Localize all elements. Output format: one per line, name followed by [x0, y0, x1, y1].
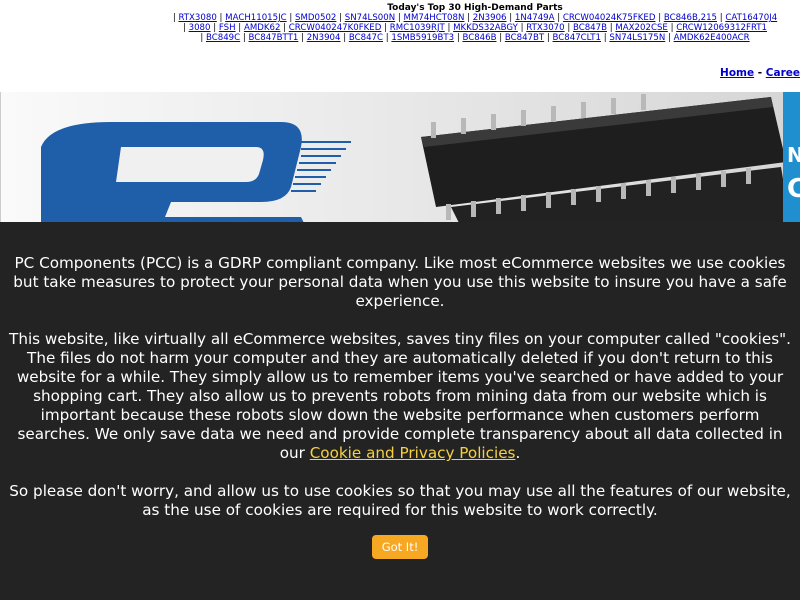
nav-separator: -: [757, 67, 763, 79]
got-it-button[interactable]: Got It!: [371, 535, 429, 559]
part-link[interactable]: MKKDS32ABGY: [453, 23, 518, 33]
part-link[interactable]: CRCW040247K0FKED: [289, 23, 382, 33]
part-link[interactable]: AMDK62: [244, 23, 280, 33]
nav-home-link[interactable]: Home: [720, 67, 754, 79]
cookie-consent-overlay: PC Components (PCC) is a GDRP compliant …: [0, 222, 800, 600]
parts-row-1: | RTX3080 | MACH11015JC | SMD0502 | SN74…: [172, 13, 778, 23]
top-parts-title: Today's Top 30 High-Demand Parts: [387, 3, 563, 13]
part-link[interactable]: BC847BT: [505, 33, 544, 43]
part-link[interactable]: 1N4749A: [515, 13, 555, 23]
cookie-paragraph-2-end: .: [515, 444, 521, 462]
cookie-paragraph-3: So please don't worry, and allow us to u…: [9, 482, 791, 519]
part-link[interactable]: CRCW04024K75FKED: [563, 13, 656, 23]
banner-side-text-1: N: [787, 143, 800, 167]
top-nav: Home - Caree: [720, 67, 800, 79]
part-link[interactable]: CAT16470J4: [725, 13, 777, 23]
part-link[interactable]: BC849C: [206, 33, 240, 43]
part-link[interactable]: AMDK62E400ACR: [674, 33, 750, 43]
part-link[interactable]: BC846B,215: [664, 13, 717, 23]
part-link[interactable]: CRCW12069312FRT1: [676, 23, 767, 33]
part-link[interactable]: BC846B: [462, 33, 496, 43]
banner-image: N C: [1, 92, 800, 227]
part-link[interactable]: SMD0502: [295, 13, 336, 23]
part-link[interactable]: FSH: [219, 23, 236, 33]
part-link[interactable]: SN74LS175N: [609, 33, 665, 43]
cookie-paragraph-2-text: This website, like virtually all eCommer…: [9, 330, 791, 462]
part-link[interactable]: MACH11015JC: [225, 13, 286, 23]
cookie-policy-link[interactable]: Cookie and Privacy Policies: [310, 444, 516, 462]
part-link[interactable]: BC847B: [573, 23, 607, 33]
parts-row-2: | 3080 | FSH | AMDK62 | CRCW040247K0FKED…: [182, 23, 768, 33]
part-link[interactable]: 3080: [189, 23, 211, 33]
part-link[interactable]: RTX3080: [178, 13, 216, 23]
hero-banner: N C: [0, 92, 800, 227]
cookie-paragraph-2: This website, like virtually all eCommer…: [6, 311, 794, 463]
cookie-notice-text: PC Components (PCC) is a GDRP compliant …: [0, 222, 800, 559]
part-link[interactable]: BC847BTT1: [249, 33, 299, 43]
part-link[interactable]: SN74LS00N: [345, 13, 395, 23]
part-link[interactable]: 1SMB5919BT3: [391, 33, 454, 43]
part-link[interactable]: BC847C: [349, 33, 383, 43]
part-link[interactable]: BC847CLT1: [553, 33, 601, 43]
part-link[interactable]: MAX202CSE: [615, 23, 667, 33]
parts-row-3: | BC849C | BC847BTT1 | 2N3904 | BC847C |…: [200, 33, 750, 43]
part-link[interactable]: RTX3070: [526, 23, 564, 33]
part-link[interactable]: 2N3904: [307, 33, 341, 43]
banner-side-text-2: C: [787, 174, 800, 204]
nav-careers-link[interactable]: Caree: [766, 67, 800, 79]
part-link[interactable]: MM74HCT08N: [404, 13, 465, 23]
part-link[interactable]: RMC1039RJT: [390, 23, 445, 33]
cookie-paragraph-1: PC Components (PCC) is a GDRP compliant …: [13, 254, 787, 310]
part-link[interactable]: 2N3906: [473, 13, 507, 23]
